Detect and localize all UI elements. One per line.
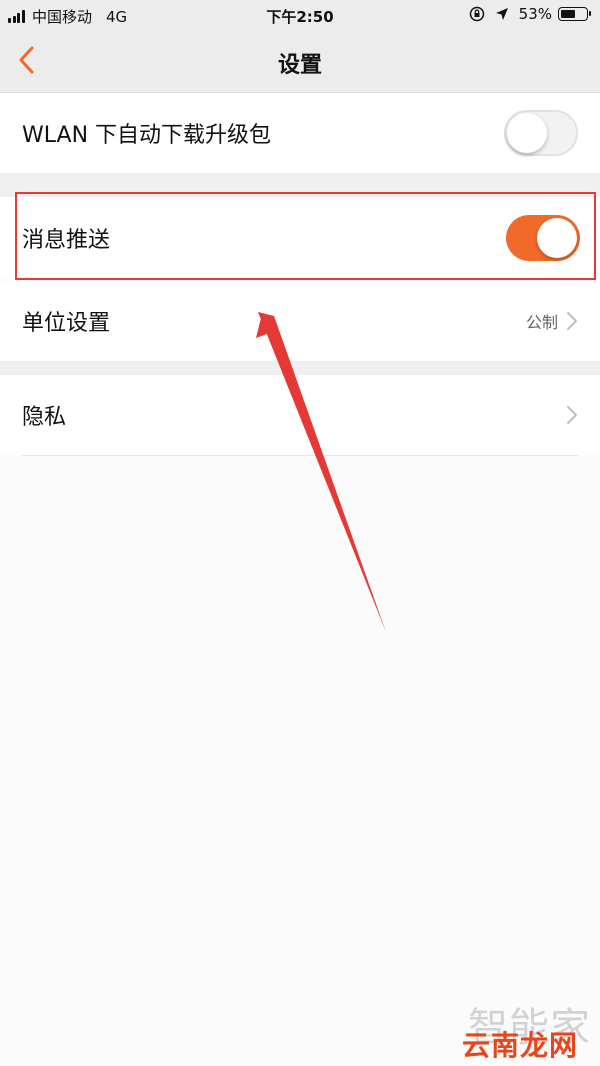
location-icon	[495, 7, 509, 21]
units-label: 单位设置	[22, 311, 111, 336]
toggle-knob	[507, 113, 547, 153]
push-toggle[interactable]	[506, 215, 580, 261]
chevron-right-icon	[567, 406, 577, 424]
status-right: 53%	[469, 5, 591, 23]
battery-icon	[558, 7, 591, 21]
setting-row-push: 消息推送	[0, 197, 600, 279]
setting-row-privacy[interactable]: 隐私	[0, 375, 600, 455]
status-bar: 中国移动 4G 下午2:50 53%	[0, 0, 600, 30]
watermark-logo: 云南龙网	[462, 1029, 579, 1062]
page-title: 设置	[277, 53, 322, 78]
nav-bar: 设置	[0, 30, 600, 93]
setting-row-wlan: WLAN 下自动下载升级包	[0, 93, 600, 173]
section-gap	[0, 173, 600, 197]
toggle-knob	[537, 218, 577, 258]
battery-percent: 53%	[518, 5, 552, 23]
rotation-lock-icon	[469, 6, 485, 22]
wlan-toggle[interactable]	[504, 110, 578, 156]
privacy-label: 隐私	[22, 405, 67, 430]
push-label: 消息推送	[22, 228, 111, 253]
chevron-right-icon	[567, 312, 577, 330]
units-value: 公制	[525, 313, 558, 332]
wlan-label: WLAN 下自动下载升级包	[22, 123, 272, 148]
setting-row-units[interactable]: 单位设置 公制	[0, 281, 600, 361]
row-divider	[22, 455, 578, 456]
section-gap	[0, 361, 600, 375]
